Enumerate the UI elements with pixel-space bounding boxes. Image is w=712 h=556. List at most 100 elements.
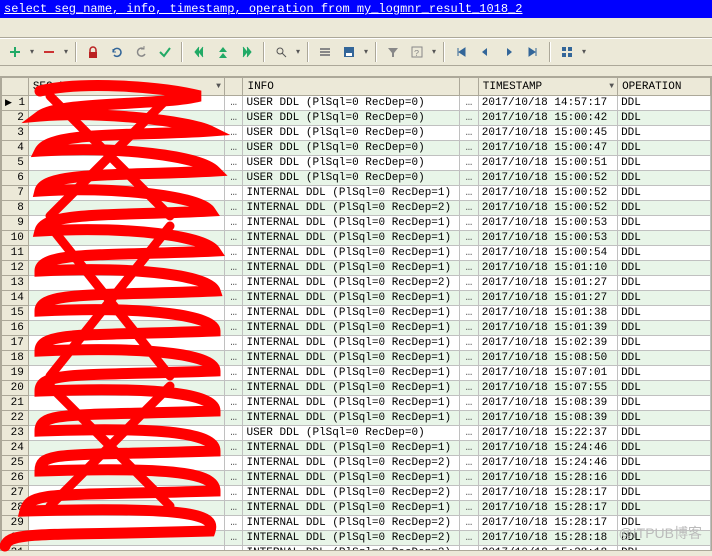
cell-timestamp[interactable]: 2017/10/18 15:28:16 xyxy=(478,471,617,486)
cell-segname[interactable] xyxy=(28,156,224,171)
cell-ellipsis[interactable]: … xyxy=(460,441,479,456)
cell-operation[interactable]: DDL xyxy=(618,111,711,126)
cell-operation[interactable]: DDL xyxy=(618,471,711,486)
cell-ellipsis[interactable]: … xyxy=(460,366,479,381)
cell-segname[interactable] xyxy=(28,276,224,291)
table-row[interactable]: 5…USER DDL (PlSql=0 RecDep=0)…2017/10/18… xyxy=(2,156,711,171)
refresh-button[interactable] xyxy=(106,41,128,63)
table-row[interactable]: 26…INTERNAL DDL (PlSql=0 RecDep=1)…2017/… xyxy=(2,471,711,486)
cell-ellipsis[interactable]: … xyxy=(460,471,479,486)
table-row[interactable]: 29…INTERNAL DDL (PlSql=0 RecDep=2)…2017/… xyxy=(2,516,711,531)
table-row[interactable]: 28…INTERNAL DDL (PlSql=0 RecDep=1)…2017/… xyxy=(2,501,711,516)
cell-ellipsis[interactable]: … xyxy=(224,156,243,171)
table-row[interactable]: 18…INTERNAL DDL (PlSql=0 RecDep=1)…2017/… xyxy=(2,351,711,366)
table-row[interactable]: 30…INTERNAL DDL (PlSql=0 RecDep=2)…2017/… xyxy=(2,531,711,546)
fetch-first-button[interactable] xyxy=(188,41,210,63)
cell-timestamp[interactable]: 2017/10/18 15:08:39 xyxy=(478,396,617,411)
cell-operation[interactable]: DDL xyxy=(618,396,711,411)
cell-timestamp[interactable]: 2017/10/18 15:00:54 xyxy=(478,246,617,261)
cell-ellipsis[interactable]: … xyxy=(460,486,479,501)
column-header-info[interactable]: INFO xyxy=(243,78,460,96)
cell-ellipsis[interactable]: … xyxy=(460,531,479,546)
cell-timestamp[interactable]: 2017/10/18 15:07:55 xyxy=(478,381,617,396)
cell-segname[interactable] xyxy=(28,336,224,351)
nav-next-button[interactable] xyxy=(498,41,520,63)
cell-ellipsis[interactable]: … xyxy=(460,291,479,306)
table-row[interactable]: 16…INTERNAL DDL (PlSql=0 RecDep=1)…2017/… xyxy=(2,321,711,336)
cell-info[interactable]: INTERNAL DDL (PlSql=0 RecDep=2) xyxy=(243,201,460,216)
cell-timestamp[interactable]: 2017/10/18 15:28:17 xyxy=(478,501,617,516)
cell-info[interactable]: INTERNAL DDL (PlSql=0 RecDep=1) xyxy=(243,351,460,366)
cell-timestamp[interactable]: 2017/10/18 15:24:46 xyxy=(478,456,617,471)
table-row[interactable]: 4…USER DDL (PlSql=0 RecDep=0)…2017/10/18… xyxy=(2,141,711,156)
cell-segname[interactable] xyxy=(28,441,224,456)
cell-segname[interactable] xyxy=(28,366,224,381)
cell-info[interactable]: INTERNAL DDL (PlSql=0 RecDep=2) xyxy=(243,456,460,471)
cell-timestamp[interactable]: 2017/10/18 15:01:10 xyxy=(478,261,617,276)
cell-info[interactable]: INTERNAL DDL (PlSql=0 RecDep=1) xyxy=(243,501,460,516)
column-header-segname[interactable]: SEG_NAME▼ xyxy=(28,78,224,96)
nav-last-button[interactable] xyxy=(522,41,544,63)
table-row[interactable]: 11…INTERNAL DDL (PlSql=0 RecDep=1)…2017/… xyxy=(2,246,711,261)
cell-segname[interactable] xyxy=(28,471,224,486)
cell-operation[interactable]: DDL xyxy=(618,321,711,336)
table-row[interactable]: ▶ 1…USER DDL (PlSql=0 RecDep=0)…2017/10/… xyxy=(2,96,711,111)
cell-ellipsis[interactable]: … xyxy=(460,411,479,426)
cell-ellipsis[interactable]: … xyxy=(224,501,243,516)
cell-ellipsis[interactable]: … xyxy=(460,306,479,321)
dropdown-arrow-icon[interactable]: ▾ xyxy=(362,47,370,57)
cell-segname[interactable] xyxy=(28,321,224,336)
cell-timestamp[interactable]: 2017/10/18 15:00:53 xyxy=(478,231,617,246)
dropdown-arrow-icon[interactable]: ▾ xyxy=(430,47,438,57)
cell-segname[interactable] xyxy=(28,516,224,531)
cell-timestamp[interactable]: 2017/10/18 15:28:18 xyxy=(478,531,617,546)
cell-operation[interactable]: DDL xyxy=(618,141,711,156)
dropdown-arrow-icon[interactable]: ▾ xyxy=(294,47,302,57)
cell-segname[interactable] xyxy=(28,216,224,231)
query-button[interactable]: ? xyxy=(406,41,428,63)
cell-ellipsis[interactable]: … xyxy=(460,246,479,261)
cell-info[interactable]: INTERNAL DDL (PlSql=0 RecDep=1) xyxy=(243,231,460,246)
cell-operation[interactable]: DDL xyxy=(618,261,711,276)
table-row[interactable]: 9…INTERNAL DDL (PlSql=0 RecDep=1)…2017/1… xyxy=(2,216,711,231)
table-row[interactable]: 8…INTERNAL DDL (PlSql=0 RecDep=2)…2017/1… xyxy=(2,201,711,216)
cell-ellipsis[interactable]: … xyxy=(224,336,243,351)
cell-operation[interactable]: DDL xyxy=(618,216,711,231)
cell-operation[interactable]: DDL xyxy=(618,126,711,141)
cell-ellipsis[interactable]: … xyxy=(460,261,479,276)
cell-timestamp[interactable]: 2017/10/18 15:01:39 xyxy=(478,321,617,336)
cell-segname[interactable] xyxy=(28,96,224,111)
table-row[interactable]: 14…INTERNAL DDL (PlSql=0 RecDep=1)…2017/… xyxy=(2,291,711,306)
cell-ellipsis[interactable]: … xyxy=(460,186,479,201)
cell-ellipsis[interactable]: … xyxy=(460,96,479,111)
undo-button[interactable] xyxy=(130,41,152,63)
cell-segname[interactable] xyxy=(28,186,224,201)
find-button[interactable] xyxy=(270,41,292,63)
cell-timestamp[interactable]: 2017/10/18 15:00:42 xyxy=(478,111,617,126)
cell-operation[interactable]: DDL xyxy=(618,351,711,366)
commit-button[interactable] xyxy=(154,41,176,63)
cell-info[interactable]: INTERNAL DDL (PlSql=0 RecDep=1) xyxy=(243,411,460,426)
cell-operation[interactable]: DDL xyxy=(618,201,711,216)
cell-segname[interactable] xyxy=(28,171,224,186)
cell-info[interactable]: INTERNAL DDL (PlSql=0 RecDep=1) xyxy=(243,396,460,411)
cell-operation[interactable]: DDL xyxy=(618,546,711,552)
cell-ellipsis[interactable]: … xyxy=(460,171,479,186)
cell-segname[interactable] xyxy=(28,126,224,141)
column-header-operation[interactable]: OPERATION xyxy=(618,78,711,96)
cell-info[interactable]: INTERNAL DDL (PlSql=0 RecDep=1) xyxy=(243,261,460,276)
results-grid[interactable]: SEG_NAME▼ INFO TIMESTAMP▼ OPERATION ▶ 1…… xyxy=(0,76,712,551)
cell-operation[interactable]: DDL xyxy=(618,531,711,546)
table-row[interactable]: 27…INTERNAL DDL (PlSql=0 RecDep=2)…2017/… xyxy=(2,486,711,501)
cell-ellipsis[interactable]: … xyxy=(460,321,479,336)
cell-ellipsis[interactable]: … xyxy=(224,141,243,156)
cell-operation[interactable]: DDL xyxy=(618,291,711,306)
cell-operation[interactable]: DDL xyxy=(618,456,711,471)
cell-timestamp[interactable]: 2017/10/18 14:57:17 xyxy=(478,96,617,111)
cell-segname[interactable] xyxy=(28,486,224,501)
delete-row-button[interactable] xyxy=(38,41,60,63)
cell-ellipsis[interactable]: … xyxy=(460,201,479,216)
filter-button[interactable] xyxy=(382,41,404,63)
cell-timestamp[interactable]: 2017/10/18 15:28:18 xyxy=(478,546,617,552)
cell-ellipsis[interactable]: … xyxy=(224,381,243,396)
